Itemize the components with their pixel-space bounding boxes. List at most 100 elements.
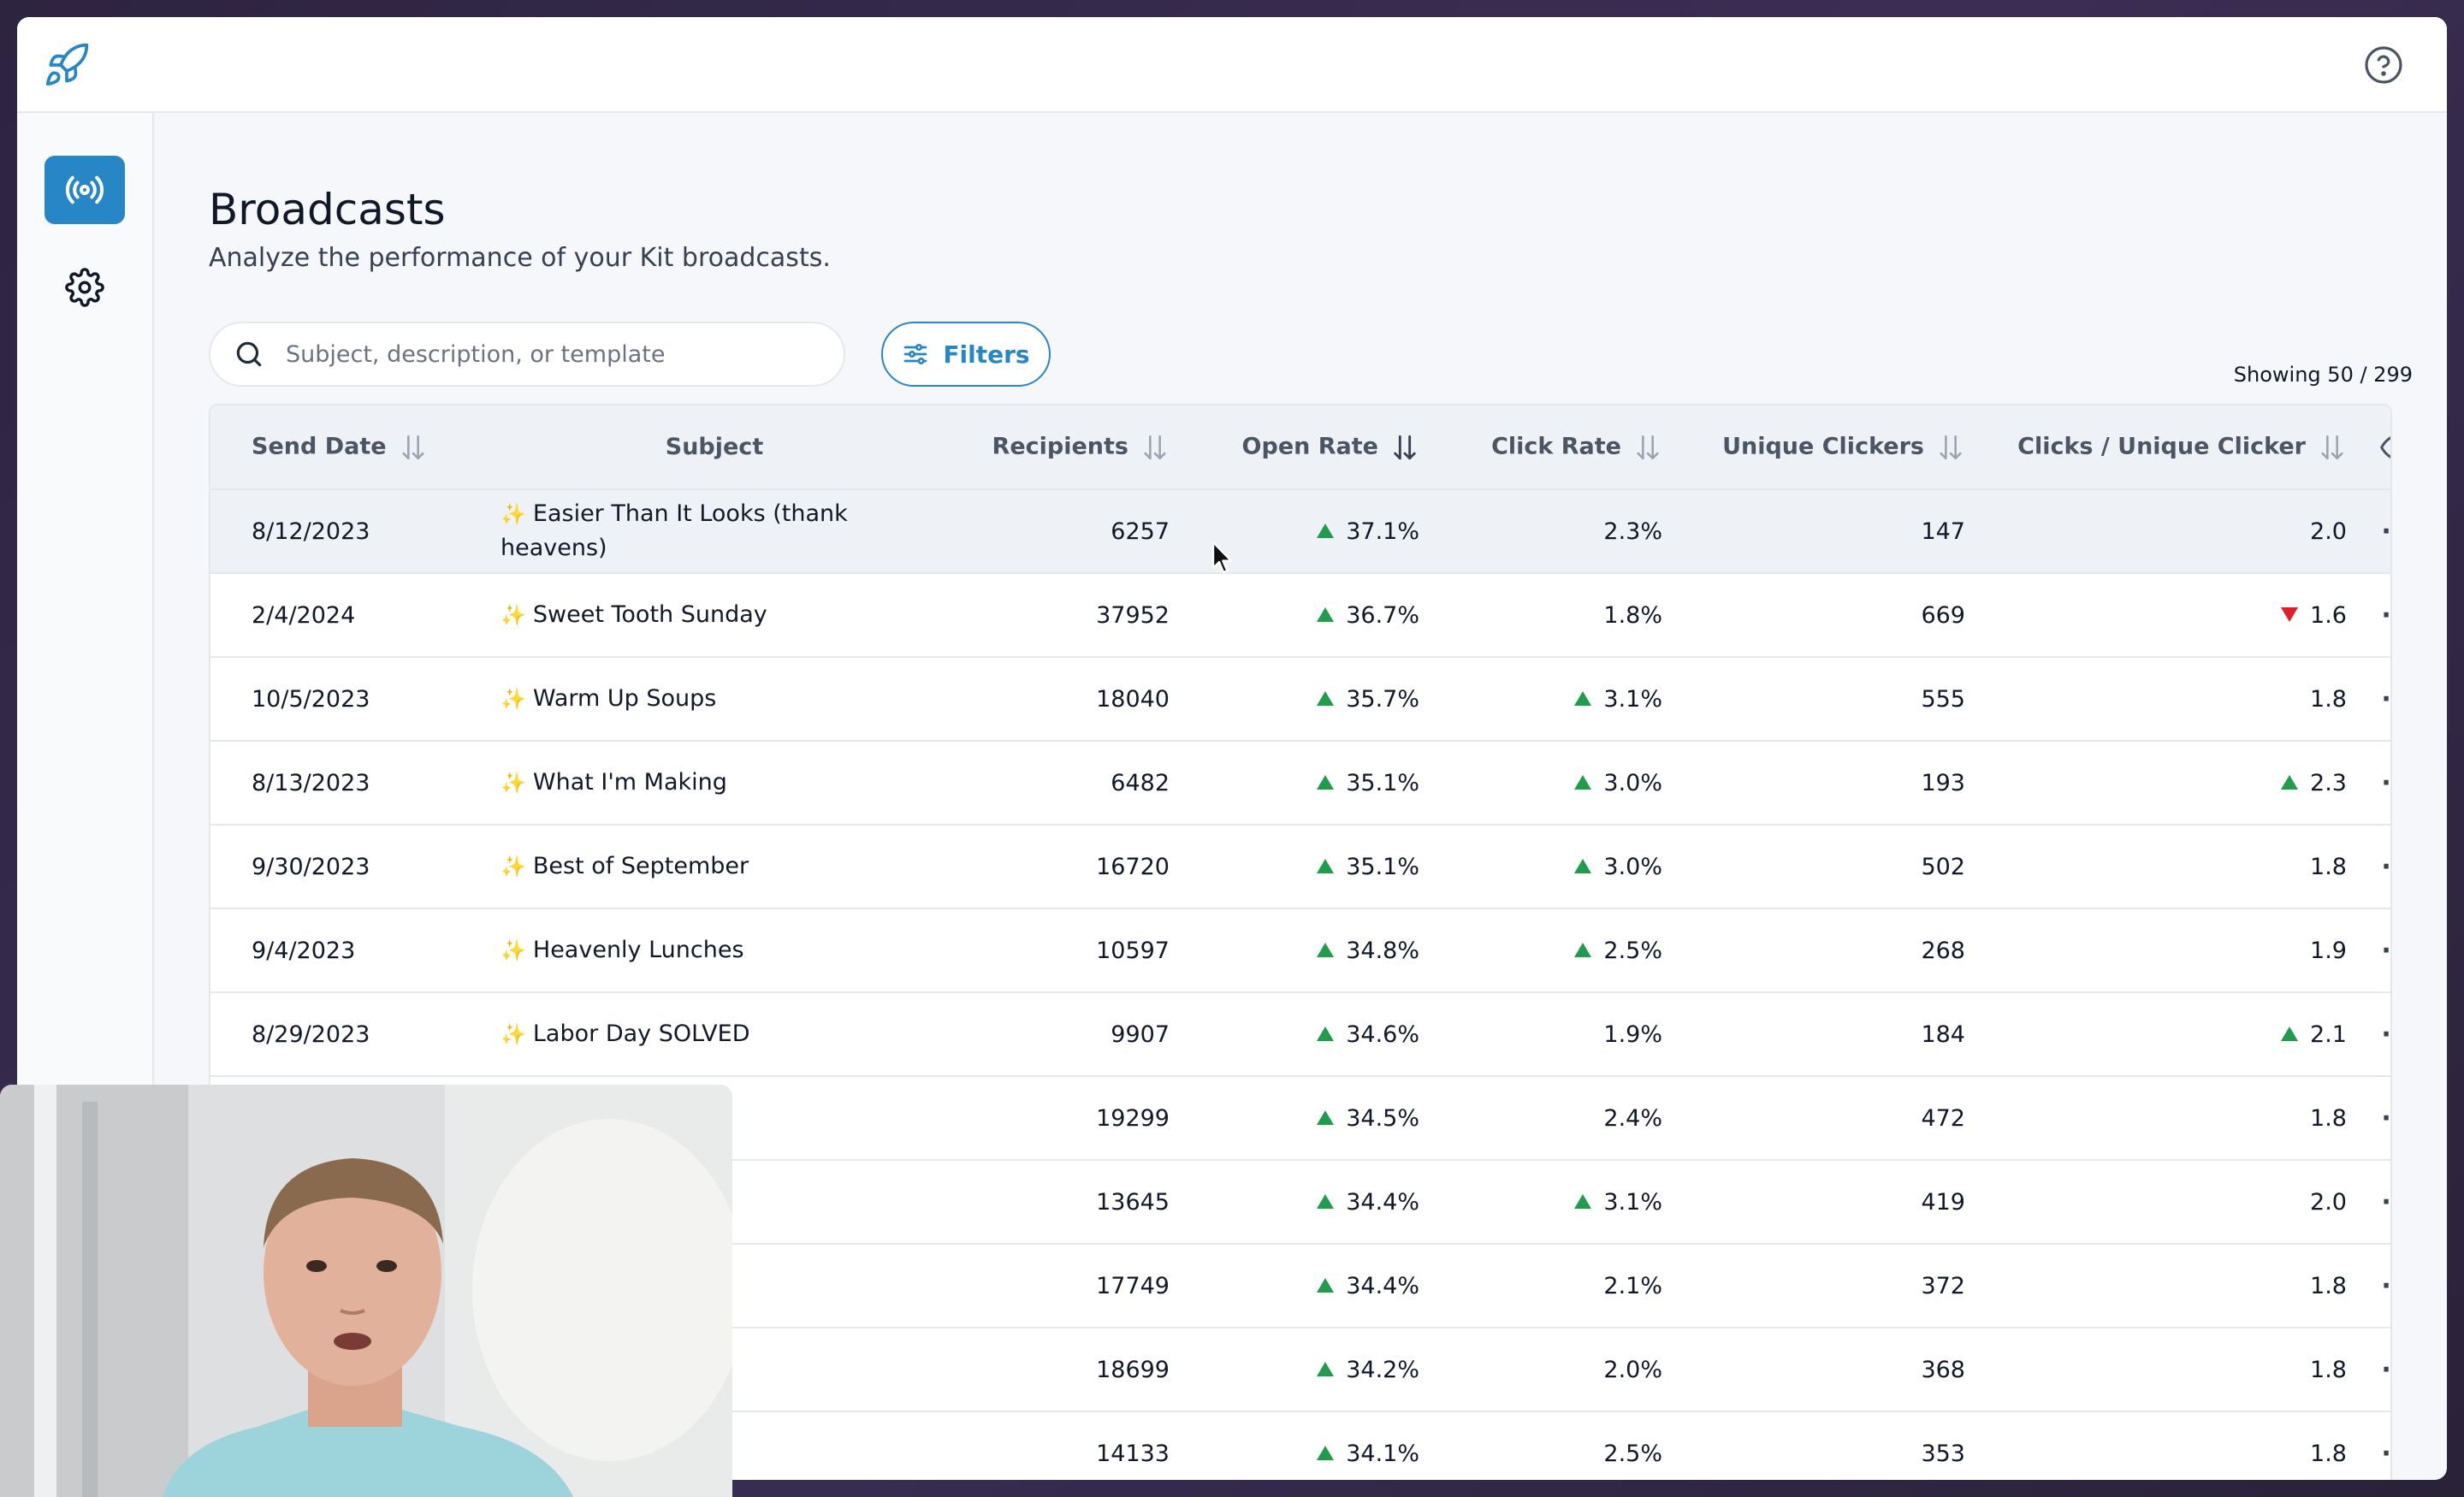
webcam-overlay[interactable] xyxy=(0,1085,732,1497)
cell-unique-clickers-value: 419 xyxy=(1921,1188,1965,1216)
column-header-click-rate[interactable]: Click Rate xyxy=(1420,405,1663,489)
row-actions[interactable]: ··· xyxy=(2348,1411,2390,1480)
row-actions[interactable]: ··· xyxy=(2348,992,2390,1076)
table-row[interactable]: 8/13/2023 ✨ What I'm Making 6482 35.1% 3.0% 19… xyxy=(210,741,2390,825)
cell-open-rate-value: 34.5% xyxy=(1346,1104,1419,1132)
trend-up-icon xyxy=(1317,1026,1335,1041)
more-options-icon[interactable]: ··· xyxy=(2381,936,2390,966)
cell-click-rate: 2.4% xyxy=(1420,1076,1663,1160)
search-input[interactable] xyxy=(284,340,835,369)
cell-click-rate: 2.1% xyxy=(1420,1244,1663,1328)
cell-click-rate-value: 2.4% xyxy=(1603,1104,1662,1132)
cell-send-date-value: 8/13/2023 xyxy=(252,769,370,796)
column-visibility[interactable] xyxy=(2348,405,2392,489)
cell-click-rate: 2.5% xyxy=(1420,908,1663,992)
cell-recipients-value: 17749 xyxy=(1096,1272,1170,1299)
help-circle-icon[interactable] xyxy=(2363,44,2404,86)
more-options-icon[interactable]: ··· xyxy=(2381,1020,2390,1050)
cell-clicks-per-unique: 2.0 xyxy=(1966,489,2348,573)
row-actions[interactable]: ··· xyxy=(2348,1328,2390,1411)
cell-subject[interactable]: ✨ Labor Day SOLVED xyxy=(500,992,929,1076)
rocket-icon[interactable] xyxy=(43,41,91,89)
row-actions[interactable]: ··· xyxy=(2348,825,2390,908)
row-actions[interactable]: ··· xyxy=(2348,489,2390,573)
table-row[interactable]: 8/12/2023 ✨ Easier Than It Looks (thank he… xyxy=(210,489,2390,573)
sidebar-item-settings[interactable] xyxy=(44,253,125,322)
eye-icon[interactable] xyxy=(2380,430,2392,464)
cell-subject[interactable]: ✨ Sweet Tooth Sunday xyxy=(500,573,929,657)
cell-recipients-value: 19299 xyxy=(1096,1104,1170,1132)
trend-up-icon xyxy=(1317,1193,1335,1209)
cell-recipients: 37952 xyxy=(929,573,1170,657)
row-actions[interactable]: ··· xyxy=(2348,1160,2390,1244)
more-options-icon[interactable]: ··· xyxy=(2381,1104,2390,1133)
cell-open-rate: 34.1% xyxy=(1170,1411,1420,1480)
filters-label: Filters xyxy=(943,340,1030,369)
filters-button[interactable]: Filters xyxy=(881,322,1051,387)
column-header-send-date[interactable]: Send Date xyxy=(210,405,500,489)
broadcast-icon xyxy=(65,175,104,204)
more-options-icon[interactable]: ··· xyxy=(2381,768,2390,798)
more-options-icon[interactable]: ··· xyxy=(2381,1187,2390,1217)
row-actions[interactable]: ··· xyxy=(2348,908,2390,992)
more-options-icon[interactable]: ··· xyxy=(2381,684,2390,714)
sort-desc-icon[interactable] xyxy=(1390,433,1419,462)
trend-up-icon xyxy=(1317,1361,1335,1376)
row-actions[interactable]: ··· xyxy=(2348,657,2390,741)
more-options-icon[interactable]: ··· xyxy=(2381,852,2390,882)
cell-subject[interactable]: ✨ Easier Than It Looks (thank heavens) xyxy=(500,489,929,573)
column-label: Subject xyxy=(665,434,764,460)
sort-icon[interactable] xyxy=(1936,433,1965,462)
table-row[interactable]: 9/30/2023 ✨ Best of September 16720 35.1% 3.0… xyxy=(210,825,2390,908)
table-row[interactable]: 2/4/2024 ✨ Sweet Tooth Sunday 37952 36.7% 1.8… xyxy=(210,573,2390,657)
cell-click-rate: 2.0% xyxy=(1420,1328,1663,1411)
cell-subject[interactable]: ✨ Heavenly Lunches xyxy=(500,908,929,992)
more-options-icon[interactable]: ··· xyxy=(2381,1355,2390,1385)
more-options-icon[interactable]: ··· xyxy=(2381,517,2390,547)
sort-icon[interactable] xyxy=(1140,433,1170,462)
sort-icon[interactable] xyxy=(2318,433,2347,462)
cell-open-rate-value: 34.2% xyxy=(1346,1356,1419,1383)
cell-click-rate: 2.3% xyxy=(1420,489,1663,573)
search-box[interactable] xyxy=(209,322,845,387)
table-row[interactable]: 9/4/2023 ✨ Heavenly Lunches 10597 34.8% 2.5% 2… xyxy=(210,908,2390,992)
more-options-icon[interactable]: ··· xyxy=(2381,1271,2390,1301)
cell-click-rate-value: 3.0% xyxy=(1603,853,1662,880)
more-options-icon[interactable]: ··· xyxy=(2381,601,2390,630)
column-header-unique-clickers[interactable]: Unique Clickers xyxy=(1663,405,1966,489)
column-header-open-rate[interactable]: Open Rate xyxy=(1170,405,1420,489)
table-row[interactable]: 8/29/2023 ✨ Labor Day SOLVED 9907 34.6% 1.9% 1… xyxy=(210,992,2390,1076)
row-actions[interactable]: ··· xyxy=(2348,1076,2390,1160)
row-actions[interactable]: ··· xyxy=(2348,573,2390,657)
cell-unique-clickers: 193 xyxy=(1663,741,1966,825)
subject-text: Labor Day SOLVED xyxy=(532,1021,750,1047)
table-row[interactable]: 10/5/2023 ✨ Warm Up Soups 18040 35.7% 3.1% 555… xyxy=(210,657,2390,741)
cell-unique-clickers-value: 555 xyxy=(1921,685,1965,713)
cell-open-rate-value: 35.1% xyxy=(1346,769,1419,796)
cell-clicks-per-unique-value: 2.3 xyxy=(2310,769,2347,796)
sort-icon[interactable] xyxy=(399,433,428,462)
cell-send-date: 2/4/2024 xyxy=(210,573,500,657)
column-header-recipients[interactable]: Recipients xyxy=(929,405,1170,489)
sidebar-item-broadcasts[interactable] xyxy=(44,156,125,224)
subject-text: Sweet Tooth Sunday xyxy=(532,601,767,628)
cell-subject[interactable]: ✨ What I'm Making xyxy=(500,741,929,825)
row-actions[interactable]: ··· xyxy=(2348,1244,2390,1328)
sparkle-icon: ✨ xyxy=(500,502,526,526)
more-options-icon[interactable]: ··· xyxy=(2381,1439,2390,1469)
cell-subject[interactable]: ✨ Warm Up Soups xyxy=(500,657,929,741)
cell-open-rate-value: 34.1% xyxy=(1346,1441,1419,1467)
cell-recipients: 17749 xyxy=(929,1244,1170,1328)
column-header-clicks-per-unique[interactable]: Clicks / Unique Clicker xyxy=(1966,405,2348,489)
cell-unique-clickers-value: 372 xyxy=(1921,1272,1965,1299)
row-actions[interactable]: ··· xyxy=(2348,741,2390,825)
cell-clicks-per-unique: 2.1 xyxy=(1966,992,2348,1076)
trend-down-icon xyxy=(2281,606,2299,622)
cell-recipients: 14133 xyxy=(929,1411,1170,1480)
cell-recipients-value: 10597 xyxy=(1096,937,1170,964)
trend-up-icon xyxy=(2281,774,2299,790)
cell-subject[interactable]: ✨ Best of September xyxy=(500,825,929,908)
cell-send-date: 8/12/2023 xyxy=(210,489,500,573)
sort-icon[interactable] xyxy=(1633,433,1662,462)
cell-click-rate-value: 1.8% xyxy=(1603,601,1662,629)
